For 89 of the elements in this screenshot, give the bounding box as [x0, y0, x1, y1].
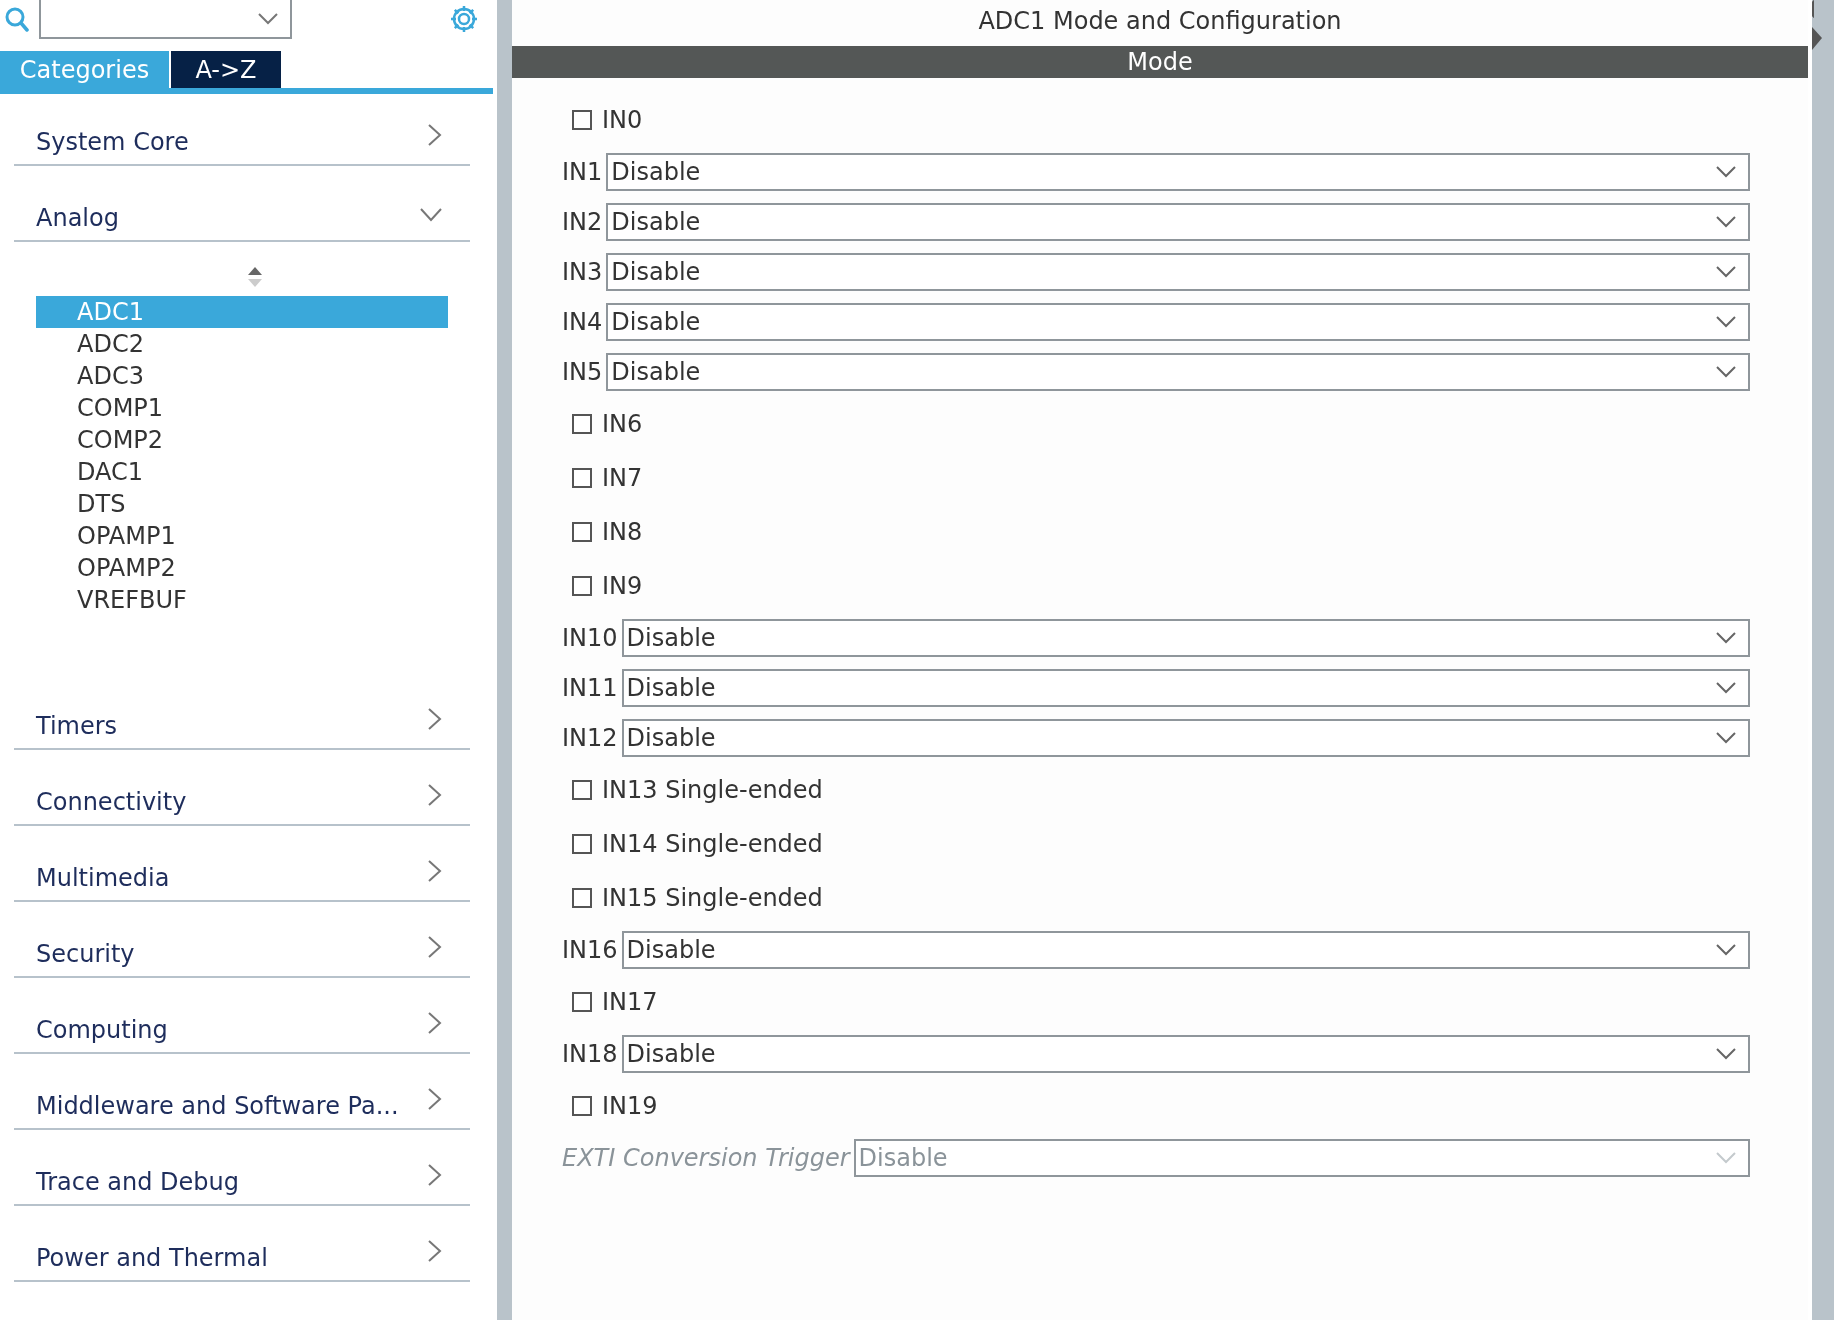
chevron-down-icon — [1716, 944, 1736, 956]
category-header[interactable]: Trace and Debug — [14, 1142, 470, 1206]
list-item[interactable]: COMP1 — [36, 392, 448, 424]
category-header[interactable]: Security — [14, 914, 470, 978]
category-header[interactable]: Multimedia — [14, 838, 470, 902]
chevron-right-icon — [428, 936, 442, 958]
list-item[interactable]: OPAMP2 — [36, 552, 448, 584]
dropdown[interactable]: Disable — [606, 303, 1750, 341]
category-header[interactable]: Analog — [14, 178, 470, 242]
category-header[interactable]: System Core — [14, 102, 470, 166]
checkbox[interactable] — [572, 992, 592, 1012]
list-item[interactable]: COMP2 — [36, 424, 448, 456]
dropdown[interactable]: Disable — [621, 1035, 1750, 1073]
checkbox-label: IN7 — [602, 464, 643, 492]
list-item[interactable]: OPAMP1 — [36, 520, 448, 552]
chevron-right-icon — [428, 708, 442, 730]
field-label: EXTI Conversion Trigger — [562, 1144, 850, 1172]
field-label: IN4 — [562, 308, 603, 336]
checkbox-label: IN15 Single-ended — [602, 884, 823, 912]
field-label: IN3 — [562, 258, 603, 286]
field-label: IN1 — [562, 158, 603, 186]
dropdown[interactable]: Disable — [621, 931, 1750, 969]
panel-title: ADC1 Mode and Configuration — [977, 6, 1343, 37]
settings-icon[interactable] — [448, 3, 480, 35]
checkbox[interactable] — [572, 110, 592, 130]
chevron-down-icon — [1716, 632, 1736, 644]
dropdown[interactable]: Disable — [606, 353, 1750, 391]
section-header: Mode — [512, 46, 1808, 78]
field-label: IN18 — [562, 1040, 618, 1068]
checkbox[interactable] — [572, 780, 592, 800]
chevron-down-icon — [1716, 1152, 1736, 1164]
chevron-down-icon — [1716, 266, 1736, 278]
chevron-right-icon — [428, 124, 442, 146]
chevron-right-icon — [428, 1088, 442, 1110]
checkbox[interactable] — [572, 576, 592, 596]
category-header[interactable]: Computing — [14, 990, 470, 1054]
field-label: IN12 — [562, 724, 618, 752]
field-label: IN5 — [562, 358, 603, 386]
search-field[interactable] — [39, 0, 292, 39]
chevron-right-icon — [428, 860, 442, 882]
tab[interactable]: A->Z — [171, 51, 281, 88]
list-item[interactable]: ADC2 — [36, 328, 448, 360]
list-item[interactable]: ADC3 — [36, 360, 448, 392]
checkbox[interactable] — [572, 888, 592, 908]
dropdown[interactable]: Disable — [606, 203, 1750, 241]
chevron-down-icon — [1716, 366, 1736, 378]
checkbox[interactable] — [572, 468, 592, 488]
chevron-right-icon — [428, 1240, 442, 1262]
dropdown[interactable]: Disable — [621, 719, 1750, 757]
field-label: IN16 — [562, 936, 618, 964]
checkbox[interactable] — [572, 414, 592, 434]
field-label: IN2 — [562, 208, 603, 236]
checkbox-label: IN13 Single-ended — [602, 776, 823, 804]
search-icon[interactable] — [5, 7, 29, 33]
chevron-right-icon — [428, 784, 442, 806]
category-header[interactable]: Middleware and Software Pa... — [14, 1066, 470, 1130]
dropdown[interactable]: Disable — [606, 253, 1750, 291]
list-item[interactable]: DTS — [36, 488, 448, 520]
list-item[interactable]: DAC1 — [36, 456, 448, 488]
checkbox-label: IN8 — [602, 518, 643, 546]
category-header[interactable]: Connectivity — [14, 762, 470, 826]
scroll-arrows-icon[interactable] — [247, 266, 263, 288]
field-label: IN10 — [562, 624, 618, 652]
chevron-down-icon — [1716, 216, 1736, 228]
field-label: IN11 — [562, 674, 618, 702]
list-item[interactable]: VREFBUF — [36, 584, 448, 616]
checkbox-label: IN0 — [602, 106, 643, 134]
checkbox[interactable] — [572, 834, 592, 854]
chevron-right-icon — [428, 1164, 442, 1186]
chevron-down-icon — [420, 208, 442, 222]
checkbox-label: IN9 — [602, 572, 643, 600]
dropdown[interactable]: Disable — [606, 153, 1750, 191]
chevron-down-icon — [1716, 316, 1736, 328]
checkbox-label: IN19 — [602, 1092, 658, 1120]
chevron-down-icon — [1716, 1048, 1736, 1060]
checkbox-label: IN14 Single-ended — [602, 830, 823, 858]
checkbox-label: IN6 — [602, 410, 643, 438]
chevron-down-icon — [1716, 732, 1736, 744]
chevron-down-icon — [1716, 166, 1736, 178]
chevron-right-icon — [428, 1012, 442, 1034]
checkbox[interactable] — [572, 1096, 592, 1116]
chevron-down-icon — [258, 12, 278, 25]
category-header[interactable]: Timers — [14, 686, 470, 750]
dropdown[interactable]: Disable — [621, 669, 1750, 707]
chevron-down-icon — [1716, 682, 1736, 694]
category-header[interactable]: Power and Thermal — [14, 1218, 470, 1282]
checkbox[interactable] — [572, 522, 592, 542]
checkbox-label: IN17 — [602, 988, 658, 1016]
dropdown[interactable]: Disable — [621, 619, 1750, 657]
